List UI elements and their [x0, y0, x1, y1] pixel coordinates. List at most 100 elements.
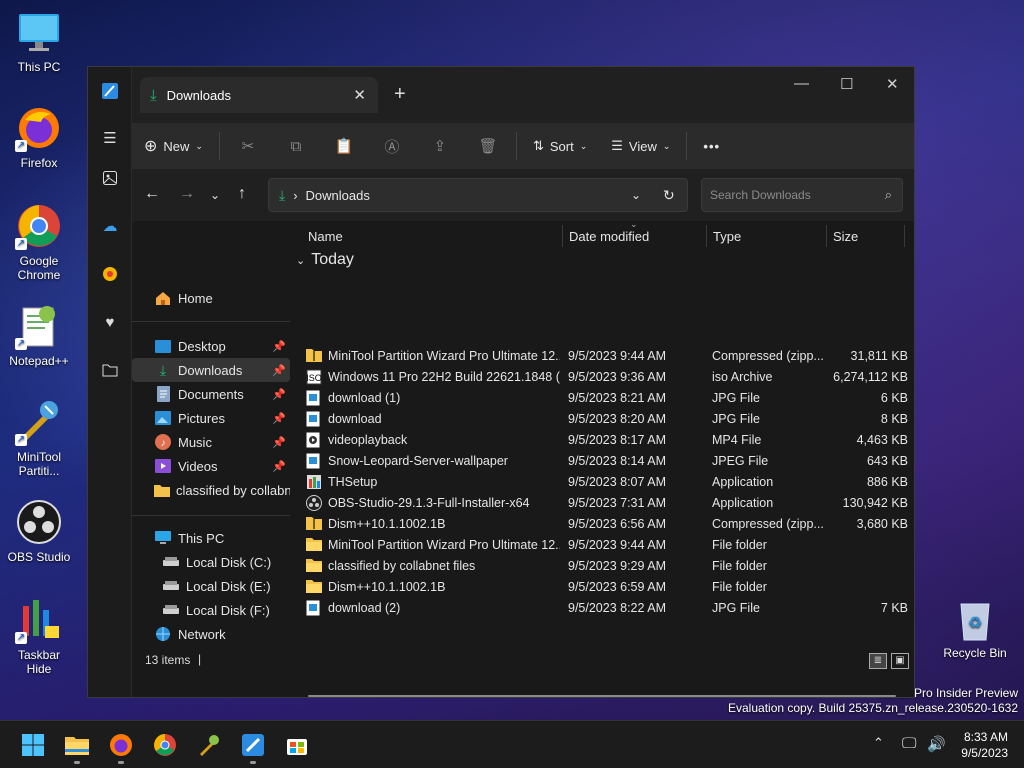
breadcrumb-chevron-icon: ›	[293, 187, 298, 203]
desktop-icon-taskbar-hide[interactable]: ↗ Taskbar Hide	[4, 596, 74, 676]
address-dropdown-icon[interactable]: ⌄	[631, 188, 641, 202]
desktop-icon-this-pc[interactable]: This PC	[4, 8, 74, 74]
large-icons-view-button[interactable]: ▣	[891, 653, 909, 669]
folder-icon[interactable]	[100, 360, 120, 380]
breadcrumb-downloads[interactable]: Downloads	[306, 188, 370, 203]
recent-locations-button[interactable]: ⌄	[210, 188, 220, 202]
file-row[interactable]: Dism++10.1.1002.1B 9/5/2023 6:59 AM File f…	[306, 577, 904, 598]
file-name: OBS-Studio-29.1.3-Full-Installer-x64	[328, 496, 530, 510]
desktop-icon-recycle-bin[interactable]: ♻ Recycle Bin	[940, 598, 1010, 660]
show-hidden-icons-chevron-icon[interactable]: ⌃	[873, 735, 884, 751]
column-date[interactable]: Date modified	[569, 229, 649, 244]
taskbar-firefox[interactable]	[107, 731, 135, 759]
new-button[interactable]: ⊕ New ⌄	[132, 130, 215, 162]
horizontal-scrollbar[interactable]	[308, 695, 896, 697]
title-bar: ⤓ Downloads ✕ + — ☐ ✕	[132, 67, 914, 123]
column-divider[interactable]	[562, 225, 563, 247]
maximize-button[interactable]: ☐	[840, 75, 853, 93]
group-header-today[interactable]: ⌄ Today	[296, 251, 354, 269]
paste-icon[interactable]: 📋	[320, 137, 368, 155]
nav-quick-desktop[interactable]: Desktop 📌	[132, 334, 290, 358]
new-tab-button[interactable]: +	[394, 83, 406, 106]
minimize-button[interactable]: —	[794, 75, 809, 92]
column-divider[interactable]	[826, 225, 827, 247]
file-name: classified by collabnet files	[328, 559, 476, 573]
nav-quick-downloads[interactable]: ⤓ Downloads 📌	[132, 358, 290, 382]
nav-quick-classified-by-collabne[interactable]: classified by collabne	[132, 478, 290, 502]
column-divider[interactable]	[706, 225, 707, 247]
taskbar-notepad-plus[interactable]	[195, 731, 223, 759]
nav-home[interactable]: Home	[132, 286, 290, 310]
share-icon[interactable]: ⇪	[416, 137, 464, 155]
videos-icon	[154, 458, 172, 474]
tab-downloads[interactable]: ⤓ Downloads ✕	[140, 77, 378, 113]
file-row[interactable]: OBS-Studio-29.1.3-Full-Installer-x64 9/5/…	[306, 493, 908, 514]
desktop-icon-notepad[interactable]: ↗ Notepad++	[4, 302, 74, 368]
file-row[interactable]: Snow-Leopard-Server-wallpaper 9/5/2023 8:…	[306, 451, 908, 472]
file-row[interactable]: ISO Windows 11 Pro 22H2 Build 22621.1848 …	[306, 367, 908, 388]
view-button[interactable]: ☰ View ⌄	[599, 130, 682, 162]
close-window-button[interactable]: ✕	[886, 75, 899, 93]
back-button[interactable]: ←	[144, 185, 160, 203]
taskbar-file-explorer[interactable]	[63, 731, 91, 759]
sort-indicator-icon: ⌄	[630, 219, 638, 229]
address-bar[interactable]: ⤓ › Downloads ⌄ ↻	[268, 178, 688, 212]
network-icon[interactable]: 🖵	[902, 735, 916, 752]
delete-icon[interactable]: 🗑	[464, 137, 512, 155]
nav-drive-0[interactable]: Local Disk (C:)	[132, 550, 290, 574]
desktop-icon-chrome[interactable]: ↗ Google Chrome	[4, 202, 74, 282]
column-name[interactable]: Name	[308, 229, 343, 244]
column-type[interactable]: Type	[713, 229, 741, 244]
column-divider[interactable]	[904, 225, 905, 247]
details-view-button[interactable]: ≣	[869, 653, 887, 669]
desktop-icon-minitool[interactable]: ↗ MiniTool Partiti...	[4, 398, 74, 478]
favorites-heart-icon[interactable]: ♥	[100, 312, 120, 332]
close-tab-icon[interactable]: ✕	[353, 86, 366, 104]
file-row[interactable]: classified by collabnet files 9/5/2023 9:…	[306, 556, 904, 577]
sort-button[interactable]: ⇅ Sort ⌄	[521, 130, 599, 162]
file-row[interactable]: download (2) 9/5/2023 8:22 AM JPG File 7 KB	[306, 598, 908, 619]
desktop-icon	[154, 338, 172, 354]
photos-icon[interactable]	[100, 264, 120, 284]
column-size[interactable]: Size	[833, 229, 858, 244]
menu-icon[interactable]: ☰	[100, 128, 120, 148]
nav-drive-2[interactable]: Local Disk (F:)	[132, 598, 290, 622]
file-row[interactable]: THSetup 9/5/2023 8:07 AM Application 886 KB	[306, 472, 908, 493]
img-file-icon	[306, 390, 322, 406]
file-row[interactable]: download 9/5/2023 8:20 AM JPG File 8 KB	[306, 409, 908, 430]
file-row[interactable]: MiniTool Partition Wizard Pro Ultimate 1…	[306, 346, 908, 367]
search-box[interactable]: ⌕	[701, 178, 903, 212]
file-row[interactable]: Dism++10.1.1002.1B 9/5/2023 6:56 AM Compre…	[306, 514, 908, 535]
gallery-icon[interactable]	[100, 168, 120, 188]
nav-drive-1[interactable]: Local Disk (E:)	[132, 574, 290, 598]
file-row[interactable]: videoplayback 9/5/2023 8:17 AM MP4 File 4,4…	[306, 430, 908, 451]
nav-network[interactable]: Network	[132, 622, 290, 645]
more-options-button[interactable]: •••	[691, 130, 732, 162]
rename-icon[interactable]: Ⓐ	[368, 136, 416, 157]
nav-quick-documents[interactable]: Documents 📌	[132, 382, 290, 406]
system-clock[interactable]: 8:33 AM 9/5/2023	[961, 729, 1008, 761]
copy-icon[interactable]: ⧉	[272, 138, 320, 155]
toolbar-divider	[515, 132, 517, 160]
nav-quick-videos[interactable]: Videos 📌	[132, 454, 290, 478]
desktop-icon-firefox[interactable]: ↗ Firefox	[4, 104, 74, 170]
start-button[interactable]	[19, 731, 47, 759]
paint-app-icon[interactable]	[100, 81, 120, 101]
onedrive-icon[interactable]: ☁	[100, 216, 120, 236]
file-row[interactable]: download (1) 9/5/2023 8:21 AM JPG File 6 KB	[306, 388, 908, 409]
taskbar-store[interactable]	[283, 731, 311, 759]
refresh-icon[interactable]: ↻	[663, 187, 675, 204]
cut-icon[interactable]: ✂	[224, 137, 272, 155]
file-row[interactable]: MiniTool Partition Wizard Pro Ultimate 1…	[306, 535, 904, 556]
nav-quick-music[interactable]: ♪ Music 📌	[132, 430, 290, 454]
taskbar-paint[interactable]	[239, 731, 267, 759]
volume-icon[interactable]: 🔊	[927, 735, 946, 753]
desktop-icon-obs[interactable]: OBS Studio	[4, 498, 74, 564]
search-input[interactable]	[710, 188, 870, 202]
nav-this-pc[interactable]: This PC	[132, 526, 290, 550]
taskbar-chrome[interactable]	[151, 731, 179, 759]
up-button[interactable]: ↑	[238, 185, 246, 203]
nav-quick-pictures[interactable]: Pictures 📌	[132, 406, 290, 430]
file-name: Dism++10.1.1002.1B	[328, 580, 446, 594]
forward-button[interactable]: →	[179, 185, 195, 203]
